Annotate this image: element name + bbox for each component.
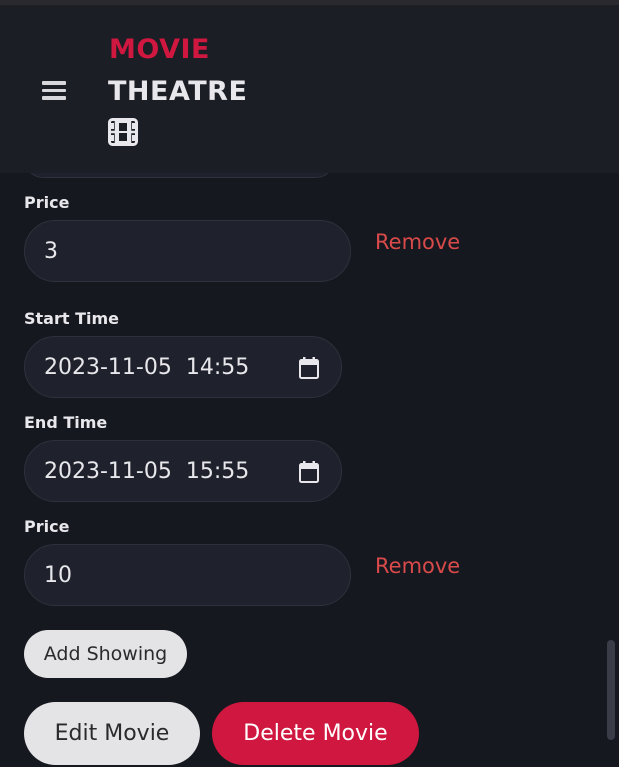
- calendar-icon[interactable]: [299, 461, 319, 483]
- add-showing-button[interactable]: Add Showing: [24, 630, 187, 678]
- start-time-label: Start Time: [24, 309, 119, 328]
- hamburger-menu-icon[interactable]: [42, 81, 66, 101]
- price-label: Price: [24, 193, 70, 212]
- edit-movie-button[interactable]: Edit Movie: [24, 702, 200, 765]
- end-time-label: End Time: [24, 413, 108, 432]
- price-input[interactable]: 10: [24, 544, 351, 606]
- price-input[interactable]: 3: [24, 220, 351, 282]
- calendar-icon[interactable]: [299, 357, 319, 379]
- end-time-input[interactable]: 2023-11-05 15:55: [24, 440, 342, 502]
- remove-showing-button[interactable]: Remove: [375, 230, 460, 254]
- brand-title-theatre[interactable]: THEATRE: [108, 76, 247, 107]
- end-time-value: 2023-11-05 15:55: [44, 458, 250, 484]
- film-icon: [108, 118, 138, 146]
- price-value: 10: [44, 562, 72, 588]
- scrollbar-thumb[interactable]: [607, 640, 615, 740]
- remove-showing-button[interactable]: Remove: [375, 554, 460, 578]
- price-label: Price: [24, 517, 70, 536]
- brand-title-movie[interactable]: MOVIE: [109, 34, 210, 65]
- delete-movie-button[interactable]: Delete Movie: [212, 702, 419, 765]
- price-value: 3: [44, 238, 58, 264]
- start-time-value: 2023-11-05 14:55: [44, 354, 250, 380]
- site-header: MOVIE THEATRE: [0, 5, 619, 173]
- start-time-input[interactable]: 2023-11-05 14:55: [24, 336, 342, 398]
